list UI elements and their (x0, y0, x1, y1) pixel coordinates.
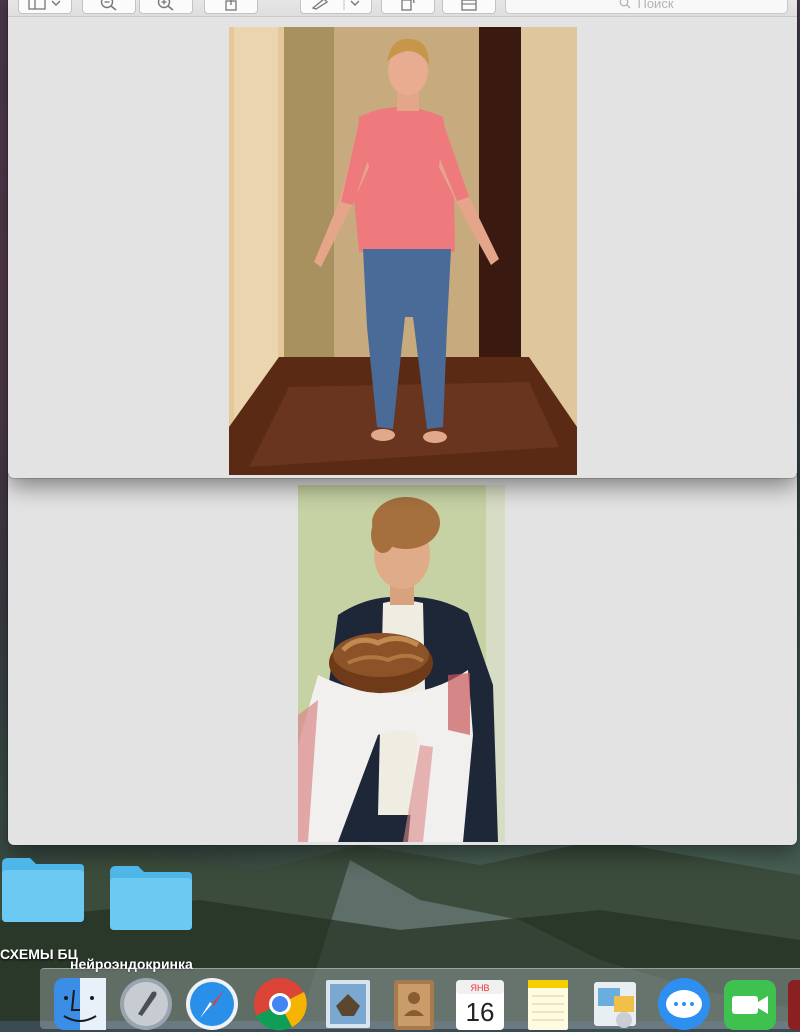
toolbox-icon (461, 0, 477, 11)
contacts-icon[interactable] (386, 976, 442, 1032)
launchpad-icon[interactable] (118, 976, 174, 1032)
photo-woman-with-bread (298, 485, 505, 842)
sidebar-view-button[interactable] (18, 0, 72, 14)
share-button[interactable] (204, 0, 258, 14)
preview-window-front[interactable]: Поиск (8, 0, 797, 478)
zoom-in-icon (157, 0, 174, 11)
markup-icon (311, 0, 360, 10)
zoom-in-button[interactable] (139, 0, 193, 14)
preview-toolbar: Поиск (8, 0, 797, 17)
rotate-button[interactable] (381, 0, 435, 14)
markup-button[interactable] (300, 0, 372, 14)
mail-icon[interactable] (320, 976, 376, 1032)
folder-icon-neuroendocrine[interactable] (108, 864, 194, 930)
folder-icon-schemy[interactable] (0, 856, 86, 922)
chrome-icon[interactable] (252, 976, 308, 1032)
app-icon-partial[interactable] (786, 976, 800, 1032)
search-input[interactable]: Поиск (505, 0, 788, 14)
zoom-out-button[interactable] (82, 0, 136, 14)
calendar-day: 16 (466, 997, 495, 1027)
finder-icon[interactable] (52, 976, 108, 1032)
share-icon (225, 0, 237, 11)
safari-icon[interactable] (184, 976, 240, 1032)
photos-icon[interactable] (588, 976, 644, 1032)
search-placeholder: Поиск (637, 0, 674, 11)
notes-icon[interactable] (520, 976, 576, 1032)
search-icon (620, 0, 631, 9)
preview-window-back[interactable] (8, 470, 797, 845)
photo-woman-standing (229, 27, 577, 475)
facetime-icon[interactable] (722, 976, 778, 1032)
messages-icon[interactable] (656, 976, 712, 1032)
rotate-icon (401, 0, 415, 11)
sidebar-view-icon (28, 0, 61, 10)
zoom-out-icon (100, 0, 117, 11)
folder-label-schemy[interactable]: СХЕМЫ БЦ (0, 946, 78, 962)
toolbox-button[interactable] (442, 0, 496, 14)
calendar-month: ЯНВ (470, 983, 489, 993)
calendar-icon[interactable]: ЯНВ 16 (452, 976, 508, 1032)
